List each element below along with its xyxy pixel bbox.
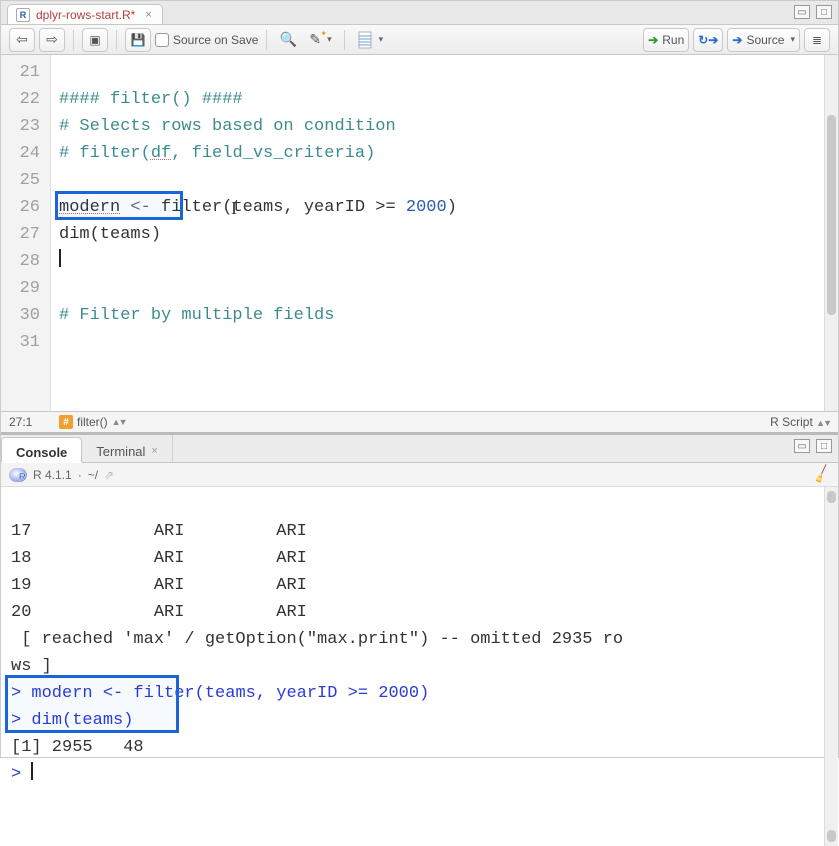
r-logo-icon <box>9 468 27 482</box>
share-icon[interactable]: ⇗ <box>104 468 114 482</box>
console-tab-bar: Console Terminal × ▭ □ <box>1 435 838 463</box>
line-number-gutter: 2122232425 262728293031 <box>1 55 51 411</box>
code-line: dim(teams) <box>59 225 161 244</box>
updown-icon: ▲▼ <box>816 418 830 428</box>
language-selector[interactable]: R Script ▲▼ <box>770 415 830 429</box>
code-line: # Filter by multiple fields <box>59 306 334 325</box>
rerun-button[interactable]: ↻➔ <box>693 28 723 52</box>
close-icon[interactable]: × <box>151 445 157 457</box>
console-prompt-line: > modern <- filter(teams, yearID >= 2000… <box>11 684 429 703</box>
back-button[interactable]: ⇦ <box>9 28 35 52</box>
console-prompt-line[interactable]: > <box>11 765 33 784</box>
console-line: 18 ARI ARI <box>11 549 307 568</box>
scrollbar-thumb[interactable] <box>827 115 836 315</box>
maximize-icon[interactable]: □ <box>816 439 832 453</box>
code-content[interactable]: #### filter() #### # Selects rows based … <box>51 55 824 411</box>
wand-icon: ✎ <box>309 31 321 48</box>
pane-window-controls: ▭ □ <box>794 5 832 19</box>
notebook-icon <box>357 31 373 49</box>
run-icon: ➔ <box>648 33 658 47</box>
console-output[interactable]: 17 ARI ARI 18 ARI ARI 19 ARI ARI 20 ARI … <box>1 487 838 846</box>
tab-console-label: Console <box>16 445 67 460</box>
text-caret <box>59 249 61 267</box>
code-line: # filter(df, field_vs_criteria) <box>59 144 375 163</box>
section-breadcrumb[interactable]: # filter() ▲▼ <box>59 415 126 429</box>
code-editor[interactable]: 2122232425 262728293031 #### filter() ##… <box>1 55 838 411</box>
console-prompt-line: > dim(teams) <box>11 711 133 730</box>
console-info-bar: R 4.1.1 · ~/ ⇗ 🧹 <box>1 463 838 487</box>
tab-console[interactable]: Console <box>1 437 82 463</box>
scrollbar-thumb[interactable] <box>827 830 836 842</box>
editor-scrollbar[interactable] <box>824 55 838 411</box>
rerun-icon: ↻➔ <box>698 33 718 47</box>
editor-toolbar: ⇦ ⇨ ▣ 💾 Source on Save 🔍 ✎▾ ▾ ➔ Run <box>1 25 838 54</box>
maximize-icon[interactable]: □ <box>816 5 832 19</box>
outline-button[interactable]: ≣ <box>804 28 830 52</box>
tab-terminal-label: Terminal <box>96 444 145 459</box>
close-icon[interactable]: × <box>145 9 151 21</box>
scrollbar-thumb[interactable] <box>827 491 836 503</box>
console-line: 17 ARI ARI <box>11 522 307 541</box>
compile-report-button[interactable]: ▾ <box>353 28 388 52</box>
text-caret <box>31 762 33 780</box>
section-icon: # <box>59 415 73 429</box>
text-cursor-icon: I <box>231 195 237 222</box>
file-tab[interactable]: R dplyr-rows-start.R* × <box>7 4 163 24</box>
r-file-icon: R <box>16 8 30 22</box>
popout-icon: ▣ <box>89 33 100 47</box>
section-label: filter() <box>77 415 108 429</box>
console-line: ws ] <box>11 657 52 676</box>
source-on-save-label: Source on Save <box>173 33 258 47</box>
run-label: Run <box>662 33 684 47</box>
save-icon: 💾 <box>131 33 146 47</box>
clear-console-icon[interactable]: 🧹 <box>810 464 832 486</box>
r-version-label: R 4.1.1 <box>33 468 72 482</box>
console-line: 20 ARI ARI <box>11 603 307 622</box>
save-button[interactable]: 💾 <box>125 28 151 52</box>
source-icon: ➔ <box>732 33 742 47</box>
editor-status-bar: 27:1 # filter() ▲▼ R Script ▲▼ <box>1 411 838 432</box>
editor-pane: R dplyr-rows-start.R* × ▭ □ ⇦ ⇨ ▣ 💾 Sour… <box>1 1 838 433</box>
code-tools-button[interactable]: ✎▾ <box>305 28 335 52</box>
code-line: #### filter() #### <box>59 90 243 109</box>
arrow-left-icon: ⇦ <box>16 31 28 48</box>
minimize-icon[interactable]: ▭ <box>794 439 810 453</box>
run-button[interactable]: ➔ Run <box>643 28 689 52</box>
console-line: [1] 2955 48 <box>11 738 144 757</box>
search-icon: 🔍 <box>280 31 297 48</box>
minimize-icon[interactable]: ▭ <box>794 5 810 19</box>
console-scrollbar[interactable] <box>824 487 838 846</box>
working-dir-label: ~/ <box>88 468 98 482</box>
updown-icon: ▲▼ <box>112 417 126 427</box>
console-line: 19 ARI ARI <box>11 576 307 595</box>
source-label: Source <box>746 33 784 47</box>
file-tab-label: dplyr-rows-start.R* <box>36 8 135 22</box>
language-label: R Script <box>770 415 813 429</box>
forward-button[interactable]: ⇨ <box>39 28 65 52</box>
code-line: modern <- filter(teams, yearID >= 2000) <box>59 198 457 217</box>
source-button[interactable]: ➔ Source ▾ <box>727 28 800 52</box>
tab-terminal[interactable]: Terminal × <box>82 435 173 462</box>
show-in-new-window-button[interactable]: ▣ <box>82 28 108 52</box>
arrow-right-icon: ⇨ <box>46 31 58 48</box>
console-pane: Console Terminal × ▭ □ R 4.1.1 · ~/ ⇗ 🧹 … <box>1 433 838 846</box>
pane-window-controls: ▭ □ <box>794 439 832 453</box>
code-line: # Selects rows based on condition <box>59 117 396 136</box>
source-on-save-checkbox[interactable] <box>155 33 169 47</box>
console-line: [ reached 'max' / getOption("max.print")… <box>11 630 623 649</box>
cursor-position: 27:1 <box>9 415 49 429</box>
find-button[interactable]: 🔍 <box>275 28 301 52</box>
editor-tab-bar: R dplyr-rows-start.R* × ▭ □ <box>1 1 838 25</box>
outline-icon: ≣ <box>812 33 822 47</box>
